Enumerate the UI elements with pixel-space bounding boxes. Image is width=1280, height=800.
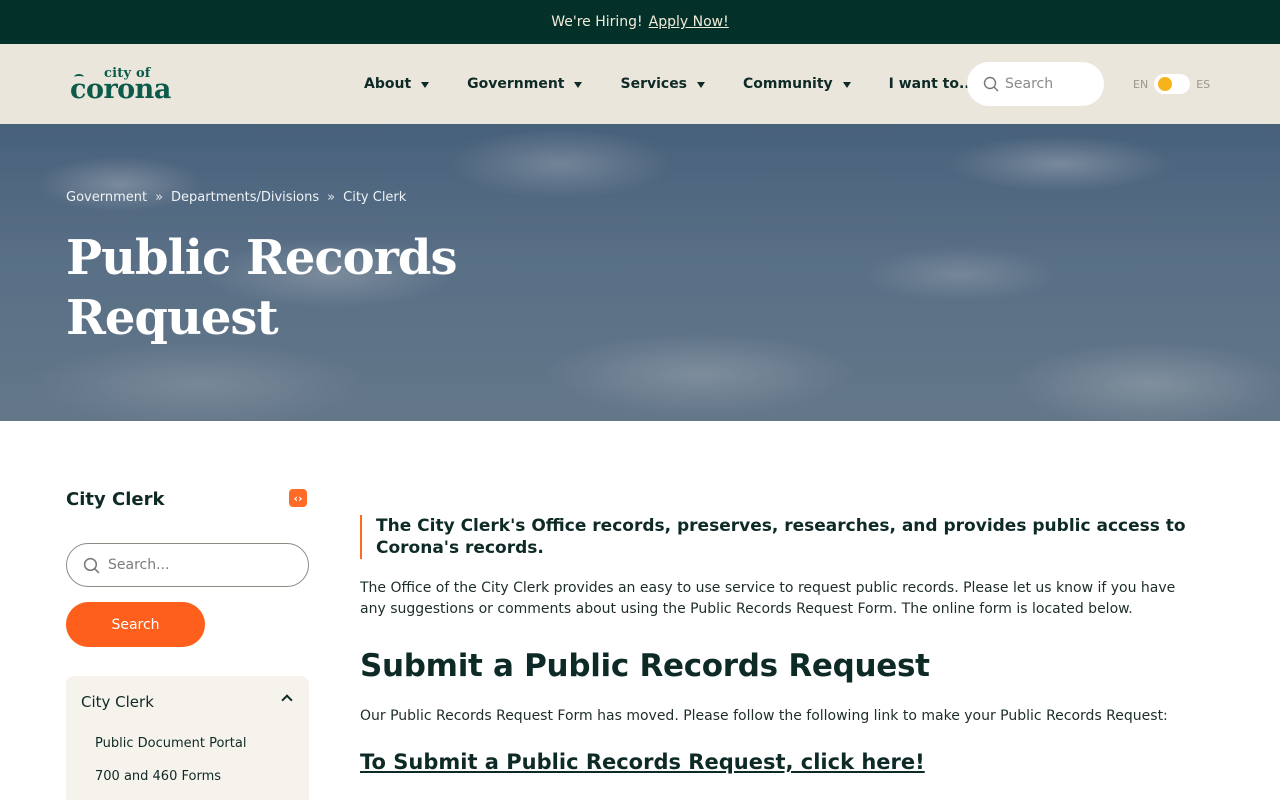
language-switch: EN ES: [1133, 74, 1210, 94]
breadcrumb: Government » Departments/Divisions » Cit…: [66, 190, 406, 205]
main-nav: About Government Services Community I wa…: [364, 44, 1026, 124]
nav-government[interactable]: Government: [467, 76, 583, 92]
breadcrumb-government[interactable]: Government: [66, 190, 147, 205]
breadcrumb-departments[interactable]: Departments/Divisions: [171, 190, 319, 205]
site-header: city of corona About Government Services…: [0, 44, 1280, 124]
sidebar-title: City Clerk: [66, 489, 165, 510]
intro-paragraph: The Office of the City Clerk provides an…: [360, 580, 1176, 617]
sidebar-menu: City Clerk Public Document Portal 700 an…: [66, 676, 309, 800]
chevron-up-icon[interactable]: [281, 694, 293, 706]
language-toggle[interactable]: [1154, 74, 1191, 94]
page-title: Public Records Request: [66, 230, 458, 346]
sidebar-item-700-460-forms[interactable]: 700 and 460 Forms: [95, 769, 221, 784]
nav-about[interactable]: About: [364, 76, 430, 92]
caret-down-icon: [421, 82, 430, 88]
nav-community-label: Community: [743, 76, 833, 92]
section-title: Submit a Public Records Request: [360, 648, 930, 684]
collapse-icon[interactable]: ‹›: [289, 489, 307, 507]
lang-es-label: ES: [1196, 77, 1211, 91]
callout-text: The City Clerk's Office records, preserv…: [360, 515, 1190, 559]
sidebar-menu-head[interactable]: City Clerk: [81, 693, 154, 711]
hero-banner: Government » Departments/Divisions » Cit…: [0, 124, 1280, 421]
sidebar-item-public-document-portal[interactable]: Public Document Portal: [95, 736, 246, 751]
breadcrumb-current: City Clerk: [343, 190, 407, 205]
nav-i-want-to-label: I want to..: [888, 76, 970, 92]
toggle-knob: [1158, 77, 1173, 91]
caret-down-icon: [842, 82, 851, 88]
hiring-banner: We're Hiring! Apply Now!: [0, 0, 1280, 44]
caret-down-icon: [574, 82, 583, 88]
sidebar-search[interactable]: [66, 543, 309, 587]
breadcrumb-separator: »: [155, 190, 164, 205]
nav-services-label: Services: [620, 76, 688, 92]
nav-services[interactable]: Services: [620, 76, 706, 92]
section-text: Our Public Records Request Form has move…: [360, 708, 1168, 724]
apply-now-link[interactable]: Apply Now!: [649, 14, 729, 30]
search-icon: [983, 76, 999, 92]
submit-request-link[interactable]: To Submit a Public Records Request, clic…: [360, 750, 925, 774]
breadcrumb-separator: »: [327, 190, 336, 205]
header-search[interactable]: [967, 62, 1104, 106]
hiring-text: We're Hiring!: [551, 14, 643, 30]
nav-community[interactable]: Community: [743, 76, 851, 92]
nav-about-label: About: [364, 76, 412, 92]
nav-government-label: Government: [467, 76, 565, 92]
city-logo[interactable]: city of corona: [70, 66, 182, 106]
sidebar-search-button[interactable]: Search: [66, 602, 205, 647]
logo-big-text: corona: [70, 74, 171, 105]
header-search-input[interactable]: [1005, 76, 1095, 92]
search-icon: [83, 557, 100, 573]
lang-en-label: EN: [1133, 77, 1149, 91]
sidebar-search-input[interactable]: [108, 557, 288, 573]
caret-down-icon: [697, 82, 706, 88]
